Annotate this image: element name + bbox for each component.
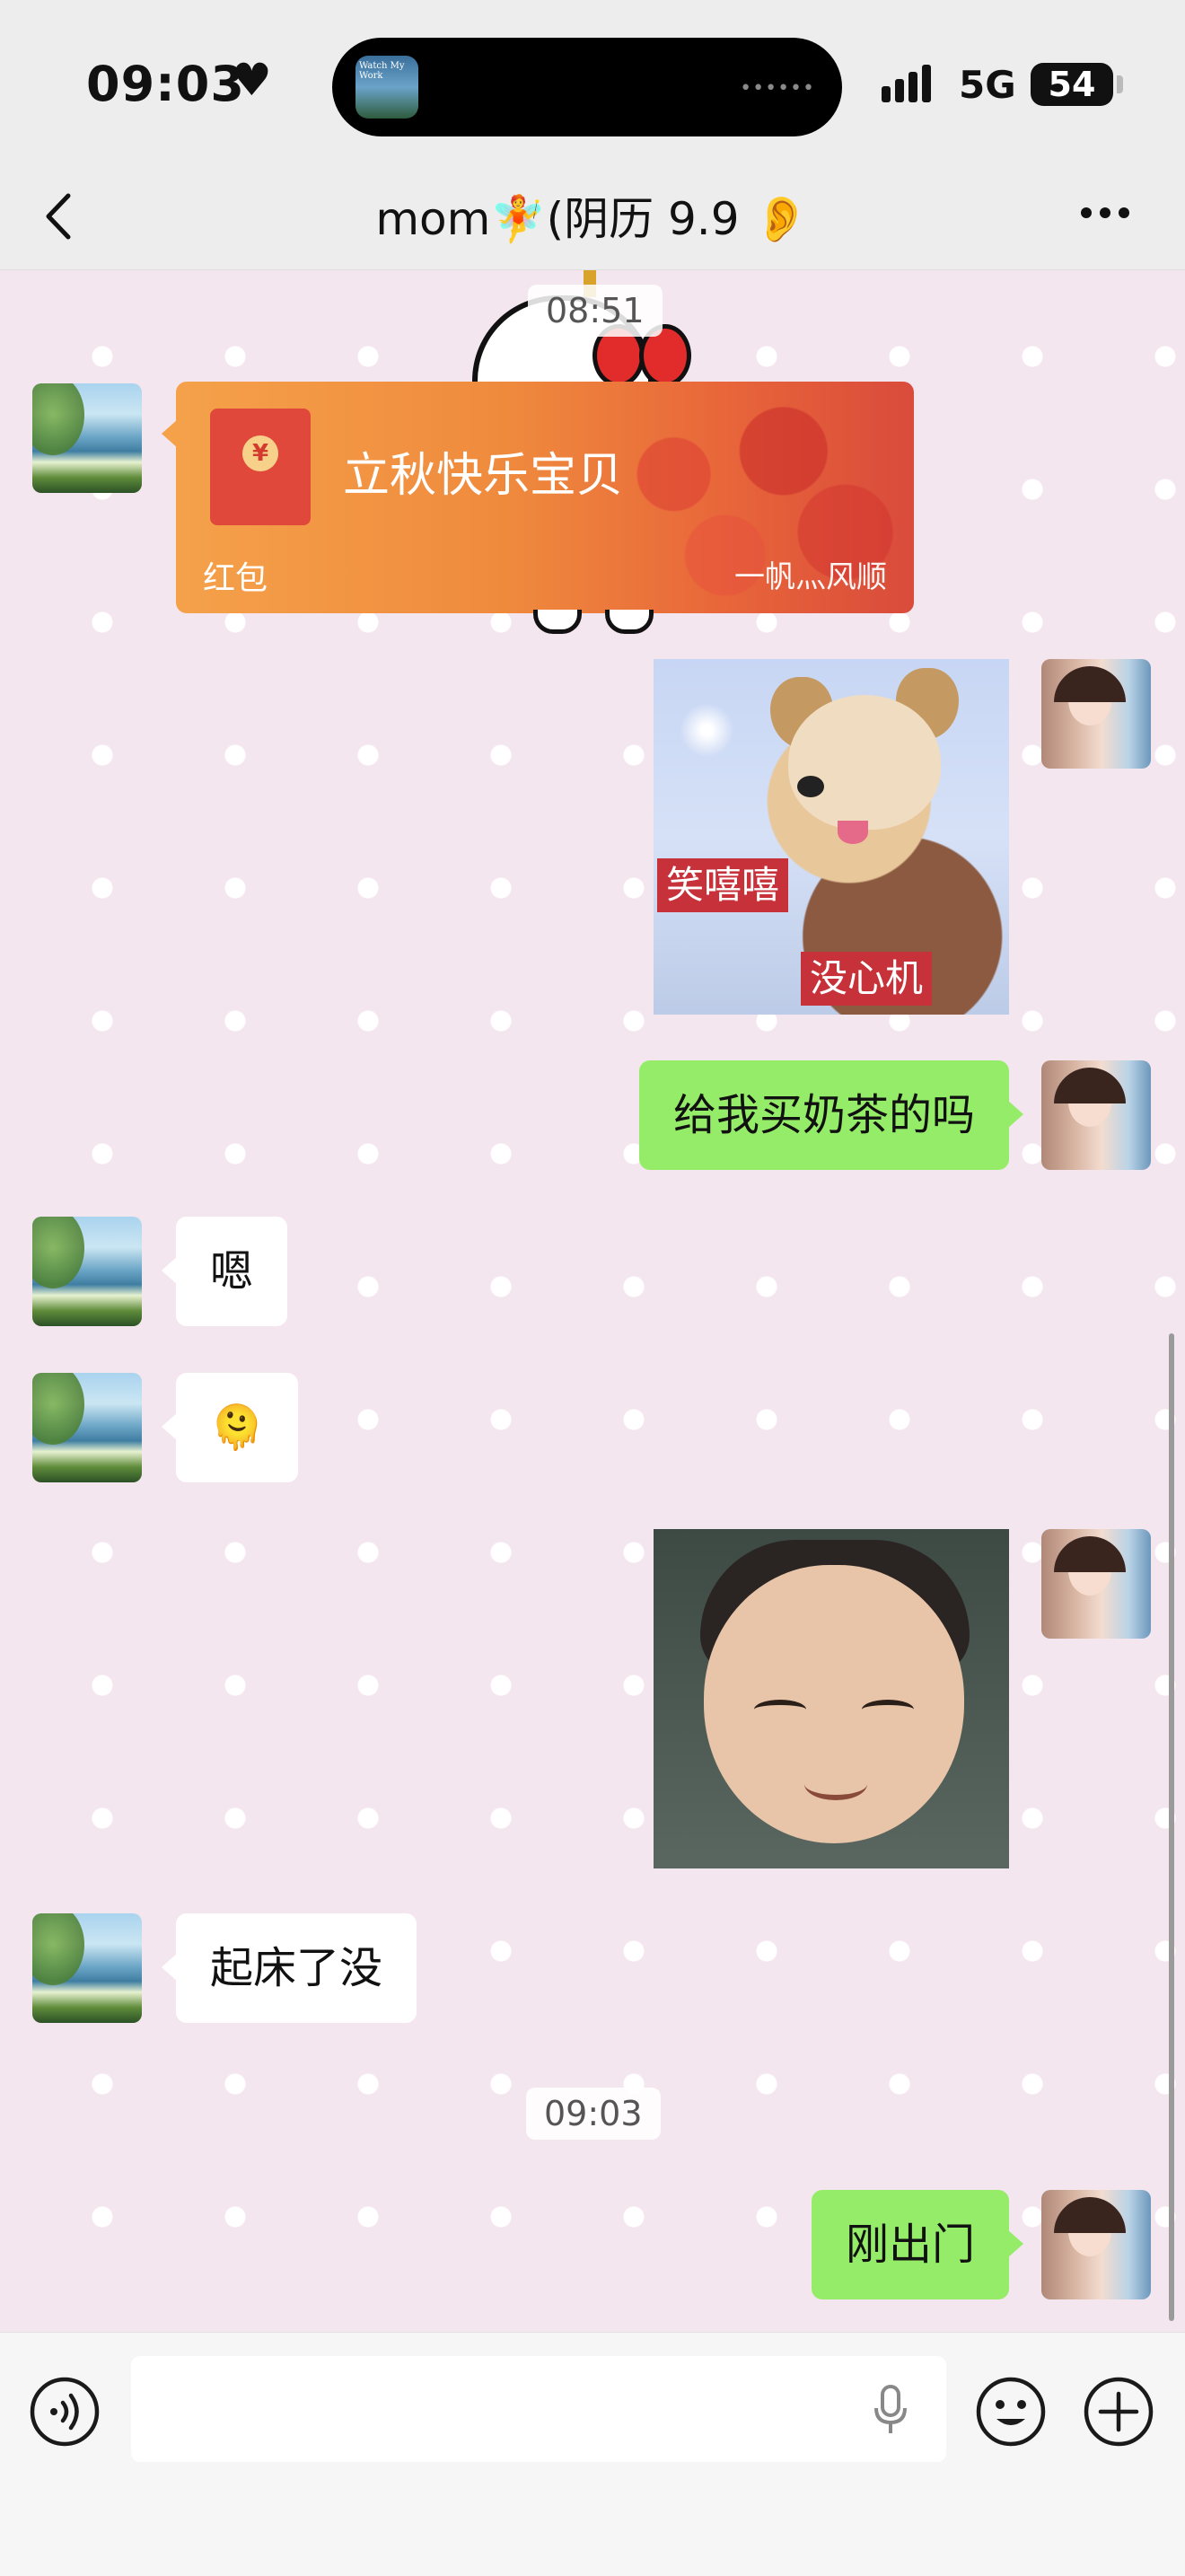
message-bubble-in[interactable]: 🫠 [162,1373,298,1482]
avatar-mom[interactable] [32,1373,142,1482]
message-bubble-out[interactable]: 刚出门 [811,2190,1024,2299]
message-bubble-out[interactable]: 给我买奶茶的吗 [638,1060,1024,1170]
island-app-thumbnail: Watch My Work [356,56,418,119]
signal-icon [882,65,935,102]
chat-title: mom🧚(阴历 9.9 👂 [375,193,810,245]
avatar-mom[interactable] [32,383,142,493]
input-bar [0,2332,1185,2576]
voice-input-button[interactable] [871,2383,910,2440]
more-button[interactable] [1074,181,1137,256]
mic-icon [874,2385,907,2433]
dog-nose [797,776,824,797]
chat-header: mom🧚(阴历 9.9 👂 [0,162,1185,270]
message-bubble-in[interactable]: 起床了没 [161,1913,417,2023]
emoji-button[interactable] [975,2376,1047,2451]
chat-area[interactable]: 08:51 ¥ 立秋快乐宝贝 红包 一帆灬风顺 笑嘻嘻 没心机 给我买奶茶的吗 … [0,270,1185,2332]
dog-tongue [838,821,868,844]
network-type: 5G [959,63,1016,107]
message-bubble-in[interactable]: 嗯 [161,1217,288,1326]
battery-cap [1117,75,1123,93]
plus-icon [1084,2377,1154,2447]
battery-level: 54 [1048,65,1096,104]
red-packet-label: 红包 [203,560,268,597]
island-activity-icon: •••••• [740,77,815,100]
avatar-mom[interactable] [32,1913,142,2023]
status-time: 09:03 [86,56,245,112]
dynamic-island[interactable]: Watch My Work •••••• [332,38,842,136]
red-envelope-icon: ¥ [210,409,311,525]
scrollbar[interactable] [1169,1333,1174,2321]
avatar-me[interactable] [1041,1529,1151,1639]
baby-eye [754,1700,806,1719]
avatar-me[interactable] [1041,1060,1151,1170]
sticker-image-baby[interactable] [654,1529,1009,1868]
island-app-text: Watch My Work [359,61,405,81]
red-packet-cover-text: 一帆灬风顺 [734,559,887,595]
more-dots-icon [1081,207,1129,218]
timestamp: 08:51 [528,285,663,337]
heart-icon: ♥ [232,54,272,106]
battery-icon: 54 [1031,63,1113,106]
avatar-me[interactable] [1041,2190,1151,2299]
baby-eye [862,1700,914,1719]
message-input[interactable] [131,2356,946,2462]
avatar-me[interactable] [1041,659,1151,769]
red-packet-title: 立秋快乐宝贝 [343,449,624,503]
avatar-mom[interactable] [32,1217,142,1326]
sticker-caption: 没心机 [801,952,933,1006]
voice-icon [30,2377,100,2447]
yuan-coin-icon: ¥ [242,435,278,471]
more-actions-button[interactable] [1083,2376,1154,2451]
sticker-image-dog[interactable]: 笑嘻嘻 没心机 [654,659,1009,1015]
status-bar: 09:03 ♥ Watch My Work •••••• 5G 54 [0,0,1185,162]
timestamp: 09:03 [526,2088,661,2140]
red-packet-message[interactable]: ¥ 立秋快乐宝贝 红包 一帆灬风顺 [176,382,914,613]
dog-face [788,695,941,830]
baby-face [704,1565,964,1843]
baby-mouth [804,1768,867,1800]
kitty-feet [533,610,659,634]
sticker-caption: 笑嘻嘻 [657,858,789,912]
voice-toggle-button[interactable] [29,2376,101,2451]
emoji-icon [976,2377,1046,2447]
